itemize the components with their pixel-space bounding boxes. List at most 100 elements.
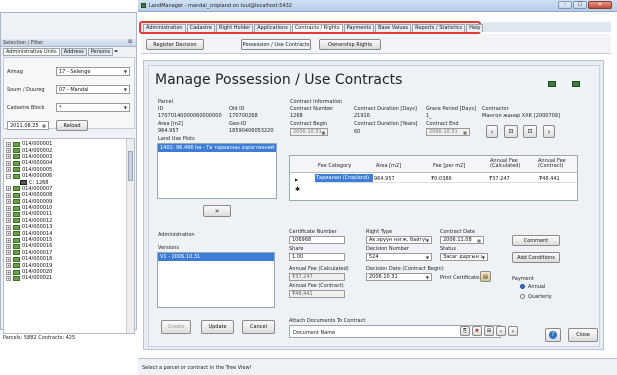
delete-document-button[interactable]: ✖ [472,326,482,336]
reload-button[interactable]: Reload [56,120,88,131]
tab-cadastre[interactable]: Cadastre [186,24,215,32]
scrollbar-thumb[interactable] [128,151,133,181]
view-document-button[interactable]: ⊞ [484,326,494,336]
land-use-plots-list[interactable]: 1401: 96.496 ha - Та тариалны хэрэглээни… [157,143,277,199]
tab-reports-statistics[interactable]: Reports / Statistics [412,24,466,32]
tree-item-label: 014/000017 [22,249,53,256]
versions-list[interactable]: V1 - 2006.10.31 [157,252,275,308]
tree-item[interactable]: +014/000021 [6,275,126,281]
expand-icon[interactable]: + [6,154,11,160]
tree-view[interactable]: +014/000001 +014/000002 +014/000003 +014/00… [3,138,135,334]
expand-icon[interactable]: + [6,269,11,275]
page-title: Manage Possession / Use Contracts [155,72,403,88]
annual-fee-calc-label: Annual Fee (Calculated) [289,266,349,272]
panel-close-icon[interactable]: ⊠ [128,39,132,45]
expand-icon[interactable]: + [6,205,11,211]
expand-icon[interactable]: + [6,141,11,147]
comment-button[interactable]: Comment [512,235,560,246]
contract-date-input[interactable]: 2006.11.08 ▦ [440,236,484,244]
tab-persons[interactable]: Persons [87,48,114,56]
date-filter-input[interactable]: 2011.08.25 ▦ [7,121,49,130]
fee-cell-category[interactable]: Тариалан (Cropland) [315,174,373,182]
calendar-icon: ▦ [463,129,467,135]
expand-icon[interactable]: + [6,275,11,281]
minimize-button[interactable]: – [558,1,572,9]
close-window-button[interactable]: ✕ [588,1,612,9]
expand-icon[interactable]: + [6,237,11,243]
tab-scroll-arrows[interactable]: ◂▸ [114,48,118,56]
new-row-icon[interactable]: ✱ [295,186,300,193]
tab-help[interactable]: Help [466,24,484,32]
annual-radio[interactable] [520,284,525,289]
quarterly-radio[interactable] [520,294,525,299]
parcel-icon [13,250,20,256]
expand-icon[interactable]: + [6,160,11,166]
table-row[interactable]: Тариалан (Cropland) 964.957 ₮0.0386 ₮37.… [315,174,577,183]
expand-icon[interactable]: + [6,243,11,249]
update-button[interactable]: Update [201,320,234,334]
next-document-button[interactable]: › [508,326,518,336]
previous-document-button[interactable]: ‹ [496,326,506,336]
grace-period-label: Grace Period [Days] [426,106,476,112]
tab-address[interactable]: Address [60,48,87,56]
tab-base-values[interactable]: Base Values [375,24,412,32]
expand-icon[interactable]: + [6,218,11,224]
map-icon[interactable] [548,81,556,87]
expand-icon[interactable]: + [6,263,11,269]
tab-payments[interactable]: Payments [343,24,375,32]
subtab-possession-use-contracts[interactable]: Possession / Use Contracts [241,39,311,50]
version-item[interactable]: V1 - 2006.10.31 [158,253,274,261]
print-certificate-button[interactable]: ▤ [480,271,491,282]
expand-icon[interactable]: + [6,192,11,198]
share-field[interactable]: 1.00 [289,253,345,261]
expand-icon[interactable]: + [6,231,11,237]
contractor-label: Contractor [482,106,509,112]
contract-begin-input[interactable]: 2006.10.31 ▦ [290,128,328,136]
attach-document-button[interactable]: ⎘ [460,326,470,336]
tree-item-label: 014/000004 [22,160,53,167]
help-button[interactable]: ? [545,328,561,342]
subtab-register-decision[interactable]: Register Decision [146,39,204,50]
status-select[interactable]: Засаг даргын захир▼ [440,253,488,261]
right-type-select[interactable]: Ак.эрүүн нэгж, байгууллага▼ [366,236,432,244]
expand-icon[interactable]: + [6,167,11,173]
contractor-edit-button[interactable]: ⊡ [523,125,537,138]
cancel-button[interactable]: Cancel [242,320,275,334]
cadastre-select[interactable]: * ▼ [56,103,130,112]
expand-icon[interactable]: + [6,256,11,262]
contract-end-input[interactable]: 2066.10.31 ▦ [426,128,470,136]
panel-header: Selection / Filter ⊠ [1,39,136,47]
create-button[interactable]: Create [161,320,191,334]
certificate-number-field[interactable]: 106968 [289,236,345,244]
collapse-icon[interactable]: − [6,173,11,179]
tab-right-holder[interactable]: Right Holder [215,24,254,32]
maximize-button[interactable]: □ [573,1,587,9]
soum-select[interactable]: 07 - Mandal ▼ [56,85,130,94]
previous-contractor-button[interactable]: ‹ [486,125,498,138]
expand-icon[interactable]: + [6,186,11,192]
tab-administration[interactable]: Administration [143,24,186,32]
add-conditions-button[interactable]: Add Conditions [512,252,560,263]
expand-icon[interactable]: + [6,211,11,217]
decision-date-select[interactable]: 2006.10.31 ▼ [366,273,432,281]
plot-item[interactable]: 1401: 96.496 ha - Та тариалны хэрэглээни… [158,144,276,152]
contractor-view-button[interactable]: ⊡ [504,125,518,138]
tab-applications[interactable]: Applications [254,24,291,32]
expand-icon[interactable]: + [6,148,11,154]
expand-icon[interactable]: + [6,224,11,230]
move-button[interactable]: » [203,205,231,217]
expand-icon[interactable]: + [6,199,11,205]
expand-icon[interactable]: + [6,250,11,256]
aimag-select[interactable]: 17 - Selenge ▼ [56,67,130,76]
fee-table[interactable]: Fee Category Area [m2] Fee [per m2] Annu… [289,155,578,201]
old-id-value: 170700268 [229,113,258,119]
tree-scrollbar[interactable] [126,139,134,333]
subtab-ownership-rights[interactable]: Ownership Rights [319,39,381,50]
calendar-icon: ▦ [477,237,481,243]
next-contractor-button[interactable]: › [543,125,555,138]
decision-number-select[interactable]: 524 ▼ [366,253,432,261]
tab-administrative-units[interactable]: Administrative Units [3,48,60,56]
export-icon[interactable] [572,81,580,87]
close-button[interactable]: Close [568,328,598,342]
tab-contracts-rights[interactable]: Contracts / Rights [291,24,343,32]
